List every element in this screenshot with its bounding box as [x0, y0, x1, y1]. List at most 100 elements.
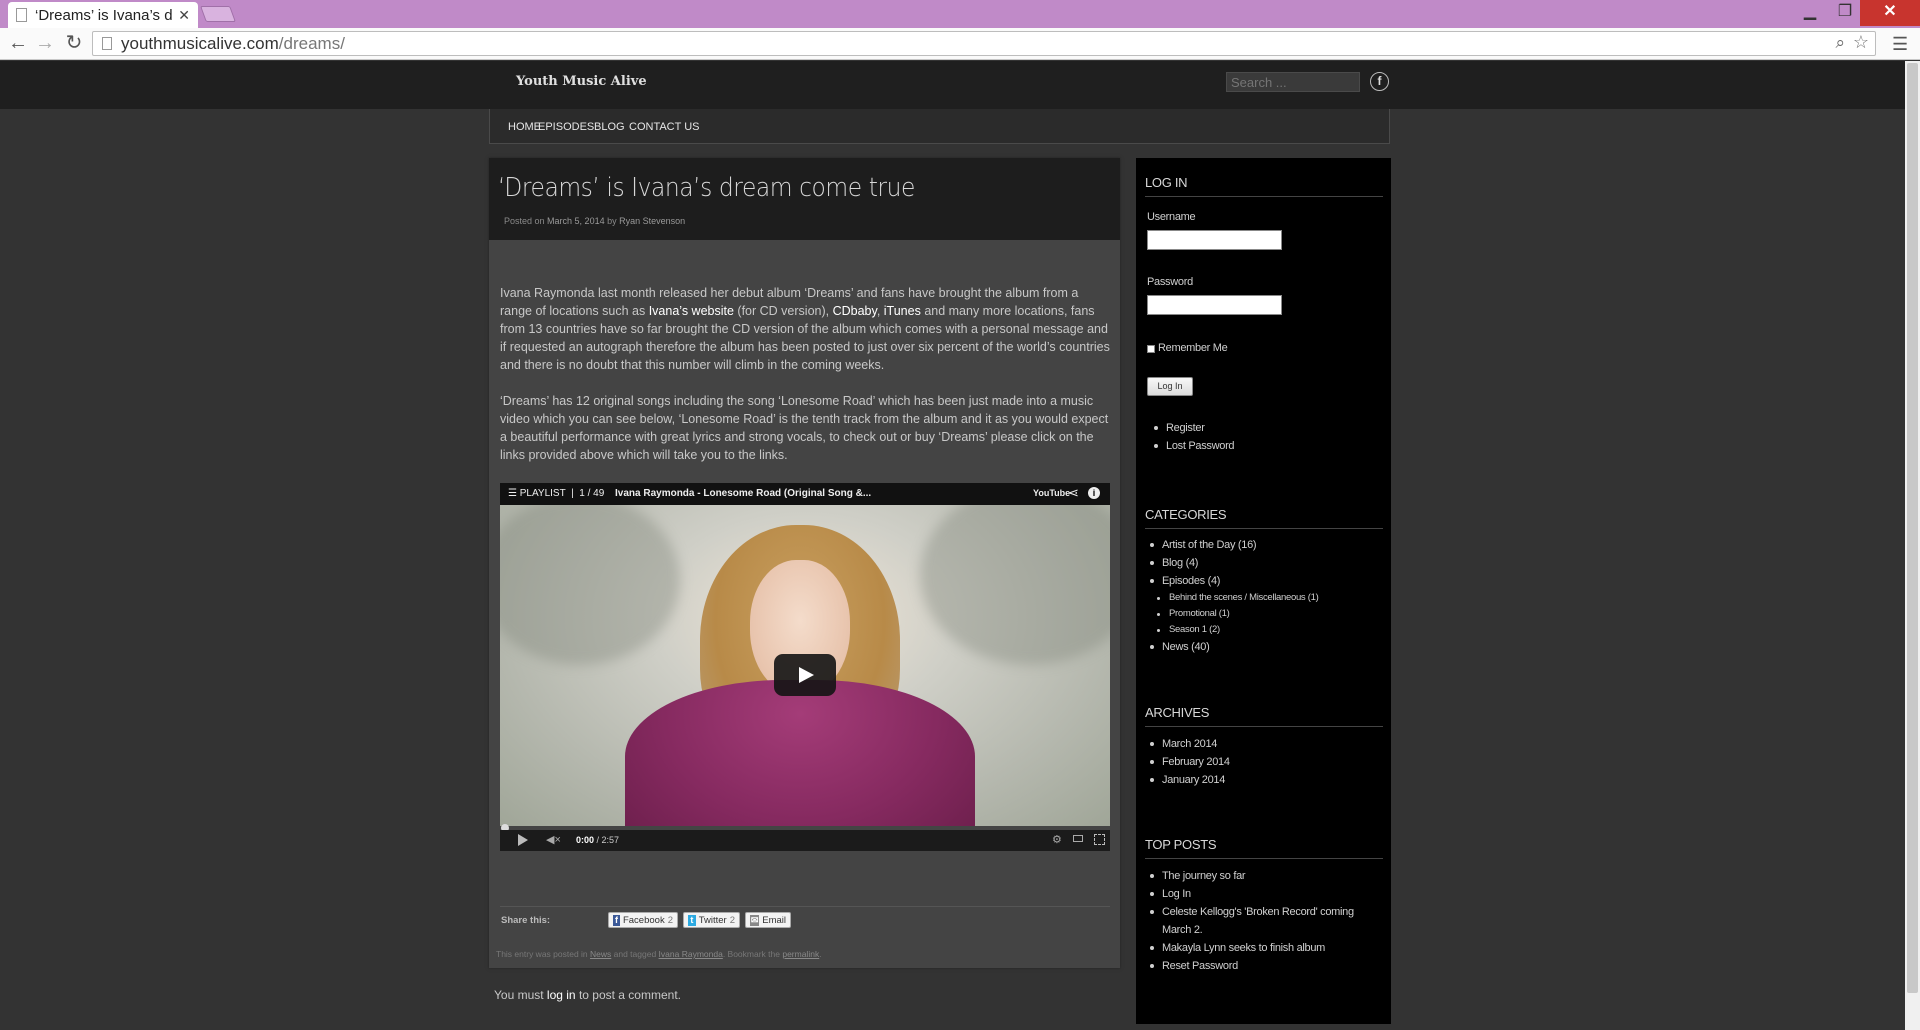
top-posts-widget-title: TOP POSTS	[1145, 837, 1217, 852]
volume-mute-icon[interactable]: ◀×	[546, 833, 561, 846]
time-total: / 2:57	[596, 835, 620, 845]
archive-item[interactable]: March 2014	[1150, 735, 1230, 753]
address-bar[interactable]: youthmusicalive.com/dreams/ ⌕ ☆	[92, 31, 1876, 56]
category-link[interactable]: News	[590, 949, 611, 959]
share-twitter-label: Twitter	[698, 914, 727, 926]
entry-footer: This entry was posted in News and tagged…	[496, 949, 822, 959]
scrollbar-thumb[interactable]	[1907, 63, 1918, 993]
playlist-label: PLAYLIST	[519, 488, 566, 499]
category-count: (40)	[1191, 641, 1210, 653]
playlist-position: 1 / 49	[579, 488, 605, 499]
category-name: Season 1	[1169, 624, 1207, 635]
subcategory-item[interactable]: Behind the scenes / Miscellaneous (1)	[1156, 590, 1319, 606]
share-email-button[interactable]: ✉ Email	[745, 912, 791, 928]
top-post-item[interactable]: Celeste Kellogg's 'Broken Record' coming…	[1150, 903, 1382, 939]
top-post-item[interactable]: Reset Password	[1150, 957, 1382, 975]
category-count: (1)	[1218, 608, 1230, 619]
playlist-button[interactable]: ☰ PLAYLIST | 1 / 49	[508, 488, 604, 499]
permalink-link[interactable]: permalink	[782, 949, 819, 959]
back-button[interactable]: ←	[6, 32, 30, 56]
top-post-item[interactable]: The journey so far	[1150, 867, 1382, 885]
ivana-website-link[interactable]: Ivana’s website	[649, 304, 734, 318]
url-text[interactable]: youthmusicalive.com/dreams/	[121, 34, 345, 54]
category-item[interactable]: Artist of the Day (16)	[1149, 536, 1318, 554]
coat-shape	[625, 680, 975, 826]
nav-blog[interactable]: BLOG	[594, 121, 625, 133]
forward-button[interactable]: →	[33, 32, 57, 56]
search-icon[interactable]: ⌕	[1835, 33, 1845, 53]
search-input[interactable]	[1226, 72, 1360, 92]
sidebar: LOG IN Username Password Remember Me Log…	[1136, 158, 1391, 1024]
new-tab-button[interactable]	[200, 6, 236, 22]
settings-gear-icon[interactable]: ⚙	[1052, 833, 1062, 846]
archives-list: March 2014 February 2014 January 2014	[1150, 735, 1230, 789]
password-field[interactable]	[1147, 295, 1282, 315]
youtube-logo[interactable]: YouTube	[1033, 488, 1070, 498]
categories-list: Artist of the Day (16) Blog (4) Episodes…	[1149, 536, 1319, 656]
play-icon[interactable]	[518, 834, 528, 846]
bookmark-star-icon[interactable]: ☆	[1853, 32, 1869, 53]
remember-me-label: Remember Me	[1158, 342, 1228, 354]
category-name: Promotional	[1169, 608, 1217, 619]
archive-item[interactable]: January 2014	[1150, 771, 1230, 789]
top-post-item[interactable]: Log In	[1150, 885, 1382, 903]
share-icon[interactable]: ⋖	[1068, 485, 1079, 501]
nav-episodes[interactable]: EPISODES	[538, 121, 594, 133]
email-icon: ✉	[750, 914, 760, 926]
post-author[interactable]: Ryan Stevenson	[619, 216, 685, 226]
nav-contact[interactable]: CONTACT US	[629, 121, 700, 133]
entry-header: ‘Dreams’ is Ivana’s dream come true Post…	[489, 158, 1120, 240]
text: ,	[876, 304, 884, 318]
page-icon	[102, 37, 112, 50]
main-nav: HOME EPISODES BLOG CONTACT US	[489, 109, 1390, 144]
nav-home[interactable]: HOME	[508, 121, 541, 133]
fullscreen-icon[interactable]	[1094, 834, 1105, 845]
browser-toolbar: ← → ↻ youthmusicalive.com/dreams/ ⌕ ☆ ☰	[0, 28, 1920, 60]
login-link[interactable]: log in	[547, 988, 576, 1002]
maximize-button[interactable]: ❐	[1825, 0, 1865, 26]
browser-menu-icon[interactable]: ☰	[1892, 34, 1908, 55]
comment-login-note: You must log in to post a comment.	[494, 988, 681, 1002]
subcategory-item[interactable]: Season 1 (2)	[1156, 622, 1318, 638]
login-button[interactable]: Log In	[1147, 377, 1193, 396]
password-label: Password	[1147, 276, 1193, 288]
subcategory-item[interactable]: Promotional (1)	[1156, 606, 1318, 622]
top-post-item[interactable]: Makayla Lynn seeks to finish album	[1150, 939, 1382, 957]
tag-link[interactable]: Ivana Raymonda	[659, 949, 723, 959]
register-link[interactable]: Register	[1153, 419, 1234, 437]
post-paragraph: Ivana Raymonda last month released her d…	[500, 284, 1110, 374]
post-date[interactable]: March 5, 2014	[547, 216, 605, 226]
post-article: ‘Dreams’ is Ivana’s dream come true Post…	[489, 158, 1120, 968]
browser-tab[interactable]: ‘Dreams’ is Ivana’s dr ✕	[8, 2, 198, 28]
video-top-bar: ☰ PLAYLIST | 1 / 49 Ivana Raymonda - Lon…	[500, 483, 1110, 505]
archive-item[interactable]: February 2014	[1150, 753, 1230, 771]
username-field[interactable]	[1147, 230, 1282, 250]
share-facebook-button[interactable]: f Facebook 2	[608, 912, 678, 928]
player-size-icon[interactable]	[1073, 835, 1083, 842]
close-icon[interactable]: ✕	[178, 7, 190, 24]
share-twitter-button[interactable]: t Twitter 2	[683, 912, 740, 928]
play-button[interactable]	[774, 654, 836, 696]
video-thumbnail[interactable]	[500, 505, 1110, 826]
text: You must	[494, 988, 547, 1002]
category-item[interactable]: Blog (4)	[1149, 554, 1318, 572]
category-item[interactable]: Episodes (4)	[1149, 572, 1318, 590]
share-email-label: Email	[762, 914, 786, 926]
site-title[interactable]: Youth Music Alive	[516, 74, 647, 89]
cdbaby-link[interactable]: CDbaby	[833, 304, 877, 318]
minimize-button[interactable]: ▁	[1790, 0, 1830, 26]
video-title[interactable]: Ivana Raymonda - Lonesome Road (Original…	[615, 488, 871, 499]
remember-me-checkbox[interactable]	[1147, 345, 1155, 353]
category-item[interactable]: News (40)	[1149, 638, 1318, 656]
category-count: (1)	[1307, 592, 1319, 603]
youtube-embed[interactable]: ☰ PLAYLIST | 1 / 49 Ivana Raymonda - Lon…	[500, 483, 1110, 851]
divider	[1145, 858, 1383, 859]
facebook-icon[interactable]: f	[1370, 72, 1389, 91]
window-close-button[interactable]: ✕	[1860, 0, 1920, 26]
reload-button[interactable]: ↻	[62, 32, 86, 56]
share-label: Share this:	[501, 915, 551, 926]
itunes-link[interactable]: iTunes	[884, 304, 921, 318]
lost-password-link[interactable]: Lost Password	[1153, 437, 1235, 455]
info-icon[interactable]: i	[1088, 487, 1100, 499]
category-count: (4)	[1185, 557, 1199, 569]
